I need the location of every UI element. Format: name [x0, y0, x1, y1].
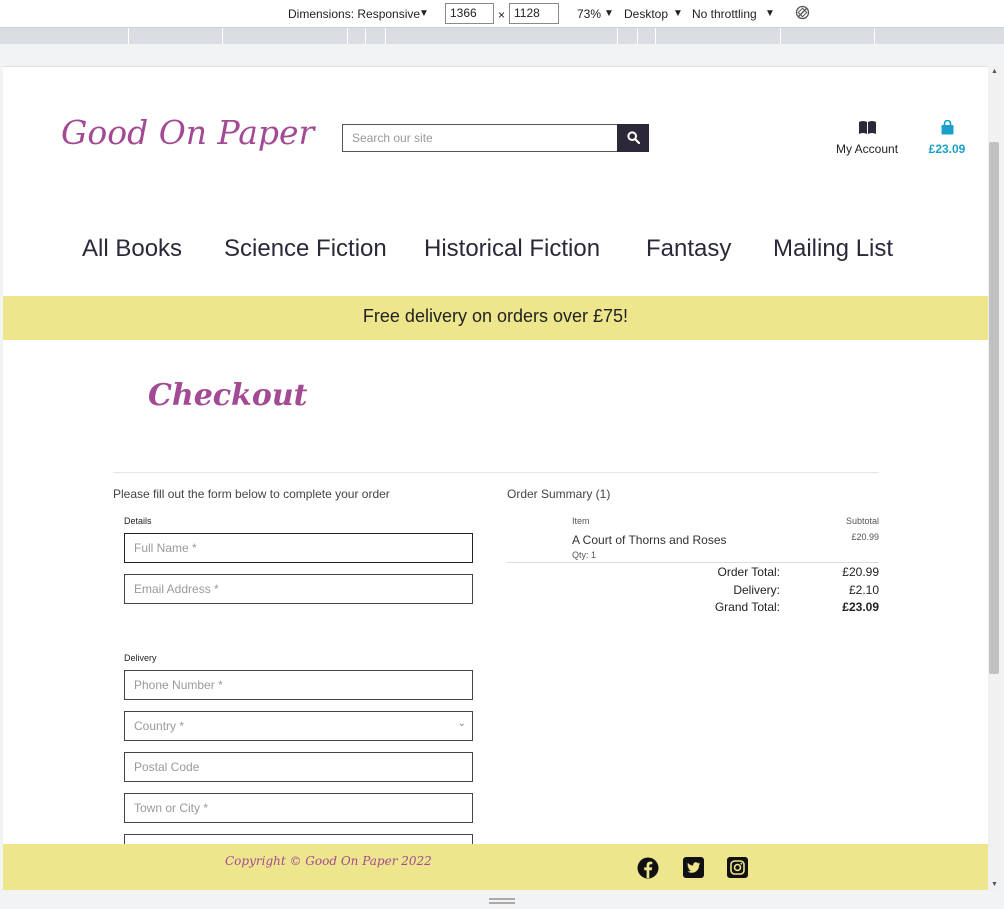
nav-science-fiction[interactable]: Science Fiction	[224, 235, 387, 263]
nav-mailing-list[interactable]: Mailing List	[773, 235, 893, 263]
rotate-icon[interactable]	[795, 5, 810, 23]
shopping-bag-icon	[941, 119, 953, 135]
resize-handle-icon[interactable]	[489, 898, 515, 904]
facebook-icon[interactable]	[637, 857, 659, 879]
device-dropdown[interactable]: Desktop	[624, 7, 668, 21]
throttle-dropdown[interactable]: No throttling	[692, 7, 757, 21]
divider	[113, 472, 879, 473]
town-field[interactable]: Town or City *	[124, 793, 473, 823]
delivery-label: Delivery	[124, 653, 157, 663]
subtotal-column-header: Subtotal	[845, 516, 879, 526]
country-select[interactable]: Country * ⌄	[124, 711, 473, 741]
zoom-dropdown[interactable]: 73%	[577, 7, 601, 21]
devtools-toolbar: Dimensions: Responsive ▼ 1366 × 1128 73%…	[0, 0, 1004, 28]
item-quantity: Qty: 1	[572, 550, 597, 560]
search-button[interactable]	[617, 124, 649, 152]
page-viewport: Good On Paper Search our site My Account…	[3, 66, 988, 890]
email-field[interactable]: Email Address *	[124, 574, 473, 604]
delivery-cost-label: Delivery:	[733, 583, 780, 597]
dimensions-dropdown[interactable]: Dimensions: Responsive	[288, 7, 420, 21]
order-total-value: £20.99	[842, 565, 879, 579]
grand-total-label: Grand Total:	[714, 600, 780, 614]
my-account-link[interactable]: My Account	[836, 120, 898, 156]
full-name-field[interactable]: Full Name *	[124, 533, 473, 563]
order-summary-title: Order Summary (1)	[507, 487, 611, 501]
media-query-ruler[interactable]	[0, 28, 1004, 44]
divider	[507, 562, 879, 563]
account-label: My Account	[836, 142, 899, 156]
chevron-down-icon: ▼	[604, 8, 614, 19]
nav-all-books[interactable]: All Books	[82, 235, 182, 263]
twitter-icon[interactable]	[683, 857, 704, 878]
instagram-icon[interactable]	[727, 857, 748, 878]
delivery-banner: Free delivery on orders over £75!	[3, 296, 988, 340]
search-icon	[627, 131, 640, 144]
width-input[interactable]: 1366	[445, 3, 494, 24]
chevron-down-icon: ▼	[765, 8, 775, 19]
times-symbol: ×	[498, 8, 506, 22]
chevron-down-icon: ▼	[419, 8, 429, 19]
details-label: Details	[124, 516, 152, 526]
order-total-label: Order Total:	[717, 565, 780, 579]
item-price: £20.99	[851, 532, 879, 542]
country-select-value: Country *	[134, 719, 185, 733]
item-title[interactable]: A Court of Thorns and Roses	[572, 533, 727, 547]
chevron-down-icon: ▼	[673, 8, 683, 19]
scrollbar-thumb[interactable]	[989, 142, 999, 674]
phone-field[interactable]: Phone Number *	[124, 670, 473, 700]
item-column-header: Item	[572, 516, 590, 526]
cart-link[interactable]: £23.09	[924, 119, 970, 156]
footer: Copyright © Good On Paper 2022	[3, 844, 988, 890]
chevron-down-icon: ⌄	[457, 718, 466, 729]
book-icon	[858, 121, 876, 134]
site-logo[interactable]: Good On Paper	[61, 113, 314, 152]
search-input[interactable]: Search our site	[342, 124, 619, 152]
nav-fantasy[interactable]: Fantasy	[646, 235, 731, 263]
copyright: Copyright © Good On Paper 2022	[225, 854, 432, 868]
nav-historical-fiction[interactable]: Historical Fiction	[424, 235, 600, 263]
form-instruction: Please fill out the form below to comple…	[113, 487, 390, 501]
delivery-cost-value: £2.10	[848, 583, 879, 597]
scroll-down-icon[interactable]: ▼	[991, 881, 998, 888]
grand-total-value: £23.09	[842, 600, 879, 614]
scroll-up-icon[interactable]: ▲	[991, 68, 998, 75]
page-title: Checkout	[148, 378, 308, 413]
cart-total: £23.09	[928, 142, 966, 156]
postal-code-field[interactable]: Postal Code	[124, 752, 473, 782]
height-input[interactable]: 1128	[509, 3, 559, 24]
